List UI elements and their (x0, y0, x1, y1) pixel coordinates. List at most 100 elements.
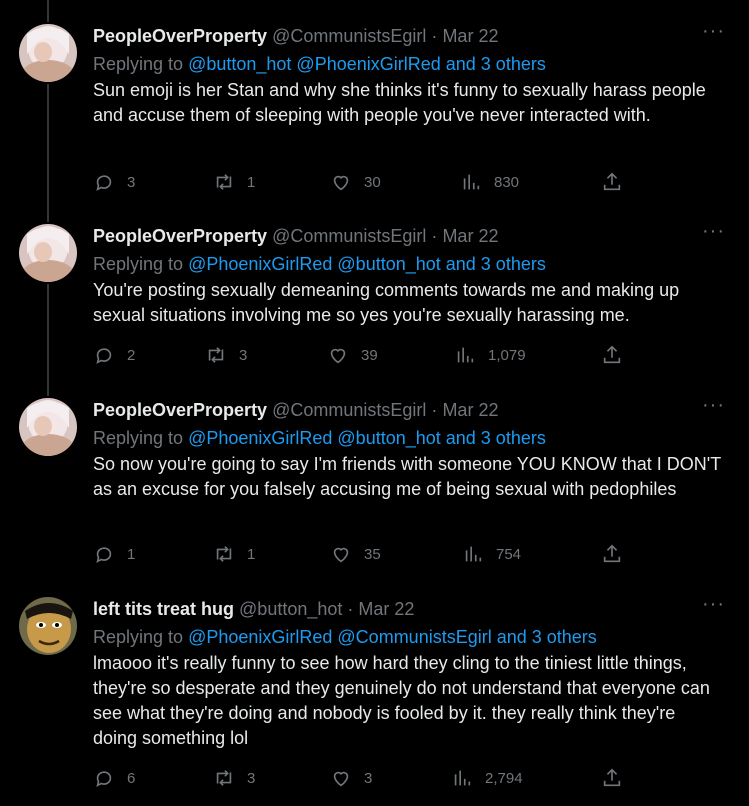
like-count: 39 (361, 346, 378, 364)
share-button[interactable] (601, 543, 623, 565)
tweet-text: So now you're going to say I'm friends w… (93, 454, 721, 499)
avatar[interactable] (19, 24, 77, 82)
retweet-icon (208, 347, 224, 363)
separator: · (347, 599, 354, 619)
share-icon (603, 345, 621, 364)
replying-to-link[interactable]: @PhoenixGirlRed @button_hot and 3 others (188, 254, 546, 274)
reply-count: 3 (127, 173, 136, 191)
retweet-button[interactable]: 1 (213, 543, 255, 565)
avatar[interactable] (19, 224, 77, 282)
separator: · (431, 400, 438, 420)
username[interactable]: @CommunistsEgirl (272, 400, 426, 420)
retweet-icon (216, 770, 232, 786)
avatar[interactable] (19, 398, 77, 456)
reply-count: 1 (127, 545, 136, 563)
tweet-header: PeopleOverProperty @CommunistsEgirl · Ma… (93, 224, 498, 248)
share-icon (603, 172, 621, 191)
views-button[interactable]: 754 (462, 543, 521, 565)
username[interactable]: @CommunistsEgirl (272, 226, 426, 246)
share-icon (603, 768, 621, 787)
views-count: 1,079 (488, 346, 526, 364)
display-name[interactable]: PeopleOverProperty (93, 226, 267, 246)
reply-count: 6 (127, 769, 136, 787)
share-icon (603, 544, 621, 563)
more-icon[interactable]: ··· (702, 593, 725, 616)
heart-icon (330, 348, 346, 364)
timestamp[interactable]: Mar 22 (442, 226, 498, 246)
like-count: 3 (364, 769, 373, 787)
more-icon[interactable]: ··· (702, 20, 725, 43)
replying-label: Replying to (93, 254, 184, 274)
reply-icon (96, 547, 112, 563)
username[interactable]: @CommunistsEgirl (272, 26, 426, 46)
tweet[interactable]: left tits treat hug @button_hot · Mar 22… (0, 593, 749, 797)
reply-count: 2 (127, 346, 136, 364)
views-button[interactable]: 2,794 (451, 767, 523, 789)
retweet-button[interactable]: 1 (213, 171, 255, 193)
like-button[interactable]: 30 (330, 171, 381, 193)
action-bar: 6 3 3 2,794 (93, 767, 633, 791)
like-count: 35 (364, 545, 381, 563)
replying-to: Replying to @PhoenixGirlRed @CommunistsE… (93, 625, 597, 649)
replying-to: Replying to @PhoenixGirlRed @button_hot … (93, 426, 546, 450)
replying-label: Replying to (93, 428, 184, 448)
retweet-count: 1 (247, 173, 256, 191)
heart-icon (333, 175, 349, 191)
retweet-button[interactable]: 3 (205, 344, 247, 366)
reply-button[interactable]: 6 (93, 767, 135, 789)
views-count: 754 (496, 545, 522, 563)
reply-icon (96, 771, 112, 787)
heart-icon (333, 547, 349, 563)
share-button[interactable] (601, 767, 623, 789)
like-button[interactable]: 3 (330, 767, 372, 789)
tweet[interactable]: PeopleOverProperty @CommunistsEgirl · Ma… (0, 394, 749, 576)
thread-line (47, 0, 49, 22)
timestamp[interactable]: Mar 22 (358, 599, 414, 619)
replying-to-link[interactable]: @button_hot @PhoenixGirlRed and 3 others (188, 54, 546, 74)
views-button[interactable]: 830 (460, 171, 519, 193)
tweet[interactable]: PeopleOverProperty @CommunistsEgirl · Ma… (0, 20, 749, 199)
tweet-text: lmaooo it's really funny to see how hard… (93, 653, 710, 748)
replying-to-link[interactable]: @PhoenixGirlRed @button_hot and 3 others (188, 428, 546, 448)
views-icon (465, 546, 482, 562)
views-icon (457, 347, 474, 363)
action-bar: 2 3 39 1,079 (93, 344, 633, 368)
views-icon (463, 174, 480, 190)
retweet-count: 1 (247, 545, 256, 563)
reply-icon (96, 175, 112, 191)
display-name[interactable]: PeopleOverProperty (93, 400, 267, 420)
reply-button[interactable]: 3 (93, 171, 135, 193)
replying-to: Replying to @PhoenixGirlRed @button_hot … (93, 252, 546, 276)
like-button[interactable]: 35 (330, 543, 381, 565)
retweet-icon (216, 174, 232, 190)
like-button[interactable]: 39 (327, 344, 378, 366)
username[interactable]: @button_hot (239, 599, 342, 619)
retweet-count: 3 (247, 769, 256, 787)
display-name[interactable]: left tits treat hug (93, 599, 234, 619)
replying-to-link[interactable]: @PhoenixGirlRed @CommunistsEgirl and 3 o… (188, 627, 597, 647)
separator: · (431, 26, 438, 46)
more-icon[interactable]: ··· (702, 394, 725, 417)
retweet-button[interactable]: 3 (213, 767, 255, 789)
action-bar: 3 1 30 830 (93, 171, 633, 195)
reply-button[interactable]: 2 (93, 344, 135, 366)
avatar[interactable] (19, 597, 77, 655)
tweet-text: You're posting sexually demeaning commen… (93, 280, 680, 325)
like-count: 30 (364, 173, 381, 191)
timestamp[interactable]: Mar 22 (442, 400, 498, 420)
more-icon[interactable]: ··· (702, 220, 725, 243)
share-button[interactable] (601, 171, 623, 193)
tweet-text: Sun emoji is her Stan and why she thinks… (93, 80, 706, 125)
tweet-header: left tits treat hug @button_hot · Mar 22 (93, 597, 414, 621)
separator: · (431, 226, 438, 246)
tweet-header: PeopleOverProperty @CommunistsEgirl · Ma… (93, 398, 498, 422)
display-name[interactable]: PeopleOverProperty (93, 26, 267, 46)
reply-button[interactable]: 1 (93, 543, 135, 565)
views-button[interactable]: 1,079 (454, 344, 526, 366)
timestamp[interactable]: Mar 22 (442, 26, 498, 46)
views-icon (454, 770, 471, 786)
retweet-icon (216, 546, 232, 562)
tweet[interactable]: PeopleOverProperty @CommunistsEgirl · Ma… (0, 220, 749, 374)
reply-icon (96, 348, 112, 364)
share-button[interactable] (601, 344, 623, 366)
